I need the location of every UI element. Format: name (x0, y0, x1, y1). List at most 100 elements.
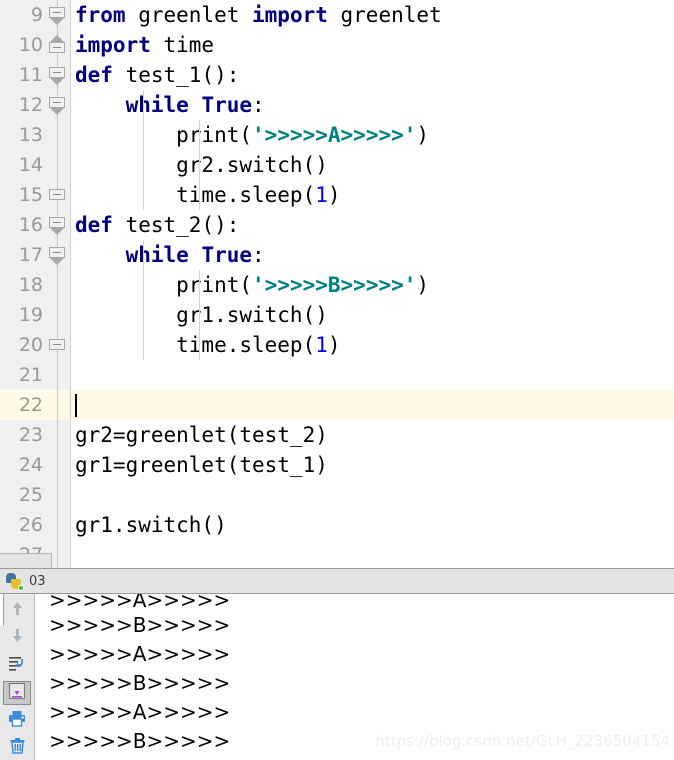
code-text[interactable]: gr1.switch() (70, 510, 674, 540)
fold-gutter[interactable] (45, 240, 70, 270)
code-line[interactable]: 21 (0, 360, 674, 390)
console-tab-bar: 03 (0, 568, 674, 594)
fold-toggle-icon[interactable] (49, 217, 65, 235)
scroll-down-button[interactable] (3, 626, 31, 651)
code-line[interactable]: 18 print('>>>>>B>>>>>') (0, 270, 674, 300)
fold-gutter[interactable] (45, 0, 70, 30)
code-line[interactable]: 19 gr1.switch() (0, 300, 674, 330)
code-line[interactable]: 12 while True: (0, 90, 674, 120)
code-line[interactable]: 16 def test_2(): (0, 210, 674, 240)
clear-all-button[interactable] (3, 736, 31, 760)
code-text[interactable]: while True: (70, 240, 674, 270)
code-text[interactable]: while True: (70, 90, 674, 120)
code-token: test_1(): (112, 63, 240, 87)
soft-wrap-button[interactable] (3, 653, 31, 678)
fold-gutter[interactable] (45, 30, 70, 60)
scroll-up-button[interactable] (3, 598, 31, 623)
line-number: 21 (0, 360, 45, 390)
code-token: gr1.switch() (75, 303, 328, 327)
code-text[interactable]: from greenlet import greenlet (70, 0, 674, 30)
code-text[interactable] (70, 360, 674, 390)
fold-gutter[interactable] (45, 300, 70, 330)
printer-icon (8, 710, 26, 731)
code-editor[interactable]: 9 from greenlet import greenlet 10 import t… (0, 0, 674, 568)
code-token: ) (416, 123, 430, 147)
console-output[interactable]: >>>>>A>>>>> >>>>>B>>>>> >>>>>A>>>>> >>>>>B>… (36, 594, 674, 760)
code-text[interactable]: def test_1(): (70, 60, 674, 90)
code-token: print (176, 273, 240, 297)
fold-gutter[interactable] (45, 360, 70, 390)
line-number-text: 25 (18, 484, 43, 506)
code-token: ) (327, 183, 341, 207)
code-text[interactable]: time.sleep(1) (70, 330, 674, 360)
fold-toggle-icon[interactable] (49, 67, 65, 85)
fold-rail (57, 450, 58, 480)
fold-toggle-icon[interactable] (49, 339, 65, 350)
fold-gutter[interactable] (45, 390, 70, 420)
fold-gutter[interactable] (45, 90, 70, 120)
code-line[interactable]: 15 time.sleep(1) (0, 180, 674, 210)
console-toolbar (0, 594, 35, 760)
code-text[interactable] (70, 390, 674, 420)
line-number-text: 24 (18, 454, 43, 476)
code-text[interactable]: print('>>>>>B>>>>>') (70, 270, 674, 300)
fold-toggle-icon[interactable] (49, 7, 65, 25)
code-line[interactable]: 13 print('>>>>>A>>>>>') (0, 120, 674, 150)
fold-toggle-icon[interactable] (49, 35, 65, 53)
code-line[interactable]: 10 import time (0, 30, 674, 60)
line-number: 11 (0, 60, 45, 90)
code-line[interactable]: 22 (0, 390, 674, 420)
line-number: 22 (0, 390, 45, 420)
print-button[interactable] (3, 708, 31, 733)
code-line-content: import time (71, 30, 214, 60)
indent-guide (199, 150, 200, 180)
fold-gutter[interactable] (45, 150, 70, 180)
console-tab-03[interactable]: 03 (0, 569, 54, 593)
code-line[interactable]: 14 gr2.switch() (0, 150, 674, 180)
fold-gutter[interactable] (45, 420, 70, 450)
toolbar-edge-divider (0, 594, 4, 626)
code-text[interactable]: gr1=greenlet(test_1) (70, 450, 674, 480)
code-text[interactable]: gr2.switch() (70, 150, 674, 180)
code-token: greenlet (125, 3, 253, 27)
fold-gutter[interactable] (45, 180, 70, 210)
code-text[interactable]: print('>>>>>A>>>>>') (70, 120, 674, 150)
line-number-text: 11 (18, 64, 43, 86)
code-line[interactable]: 25 (0, 480, 674, 510)
fold-toggle-icon[interactable] (49, 189, 65, 200)
editor-tab-fragment[interactable] (0, 553, 52, 568)
code-text[interactable]: def test_2(): (70, 210, 674, 240)
code-line-content: while True: (71, 240, 265, 270)
fold-gutter[interactable] (45, 480, 70, 510)
code-line[interactable]: 11 def test_1(): (0, 60, 674, 90)
code-text[interactable] (70, 480, 674, 510)
code-token: ( (239, 273, 253, 297)
indent-guide (199, 120, 200, 150)
code-text[interactable]: gr1.switch() (70, 300, 674, 330)
code-text[interactable]: gr2=greenlet(test_2) (70, 420, 674, 450)
code-text[interactable] (70, 540, 674, 568)
code-text[interactable]: import time (70, 30, 674, 60)
code-line[interactable]: 23 gr2=greenlet(test_2) (0, 420, 674, 450)
code-line[interactable]: 24 gr1=greenlet(test_1) (0, 450, 674, 480)
fold-toggle-icon[interactable] (49, 97, 65, 115)
code-line[interactable]: 27 (0, 540, 674, 568)
line-number: 17 (0, 240, 45, 270)
fold-gutter[interactable] (45, 120, 70, 150)
code-line[interactable]: 17 while True: (0, 240, 674, 270)
code-line[interactable]: 20 time.sleep(1) (0, 330, 674, 360)
scroll-to-end-button[interactable] (3, 680, 31, 706)
fold-gutter[interactable] (45, 60, 70, 90)
fold-gutter[interactable] (45, 510, 70, 540)
fold-gutter[interactable] (45, 450, 70, 480)
fold-toggle-icon[interactable] (49, 247, 65, 265)
code-text[interactable]: time.sleep(1) (70, 180, 674, 210)
code-line[interactable]: 26 gr1.switch() (0, 510, 674, 540)
fold-gutter[interactable] (45, 210, 70, 240)
line-number-text: 22 (18, 394, 43, 416)
fold-gutter[interactable] (45, 270, 70, 300)
fold-gutter[interactable] (45, 330, 70, 360)
line-number: 25 (0, 480, 45, 510)
indent-guide (199, 300, 200, 330)
code-line[interactable]: 9 from greenlet import greenlet (0, 0, 674, 30)
